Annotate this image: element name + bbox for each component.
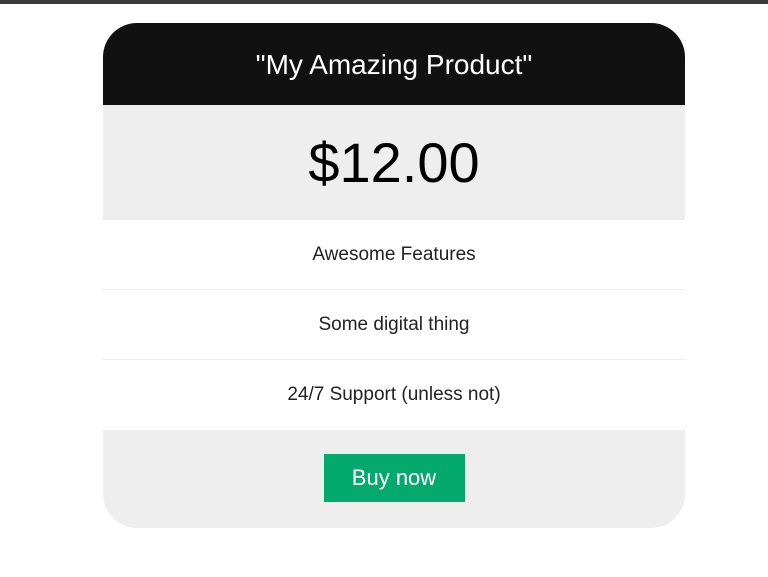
product-price: $12.00 [103, 105, 685, 220]
window-top-border [0, 0, 768, 4]
feature-item: Some digital thing [103, 290, 685, 360]
feature-item: 24/7 Support (unless not) [287, 384, 501, 405]
feature-list: Awesome Features Some digital thing 24/7… [103, 220, 685, 430]
card-footer: Buy now [103, 430, 685, 528]
buy-now-button[interactable]: Buy now [323, 454, 465, 502]
feature-item: Awesome Features [103, 220, 685, 290]
pricing-card: "My Amazing Product" $12.00 Awesome Feat… [103, 23, 685, 528]
product-title: "My Amazing Product" [103, 23, 685, 105]
